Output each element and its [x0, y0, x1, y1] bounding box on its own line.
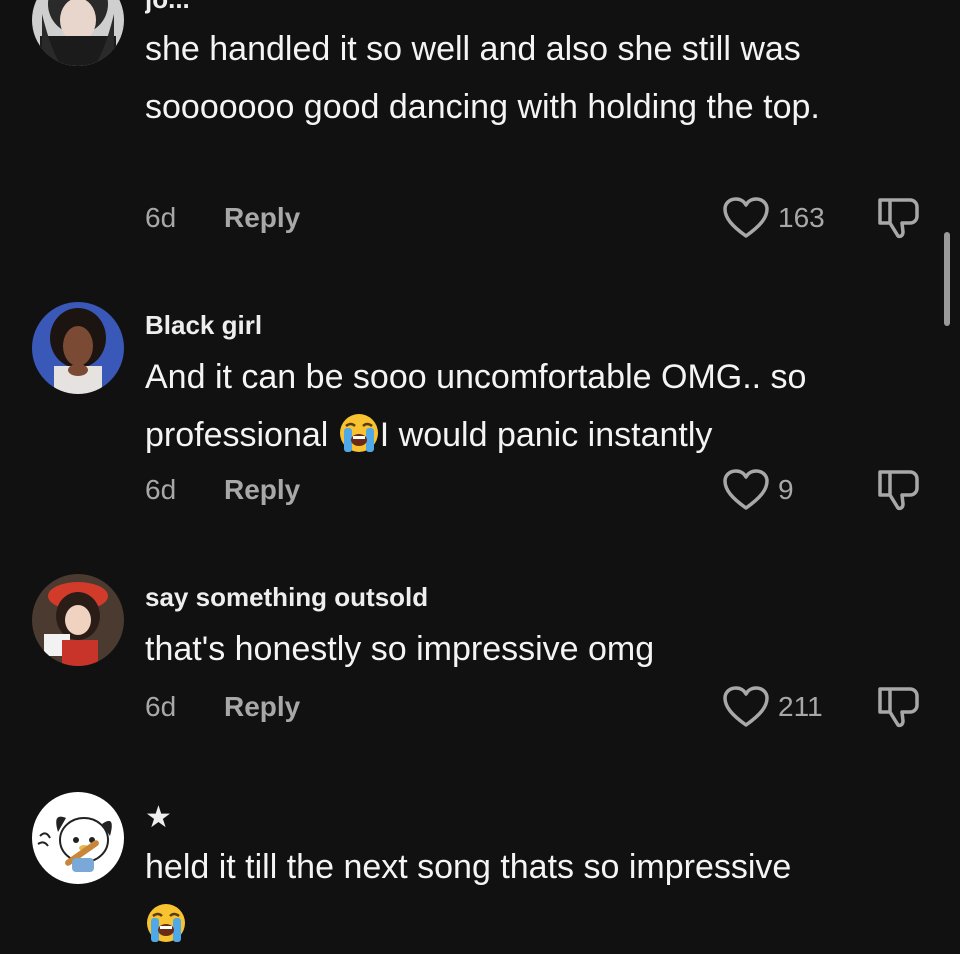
dislike-button[interactable] [876, 468, 922, 517]
reply-button[interactable]: Reply [224, 691, 300, 723]
like-count: 9 [778, 474, 794, 505]
avatar[interactable] [32, 302, 124, 394]
avatar[interactable] [32, 792, 124, 884]
avatar[interactable] [32, 574, 124, 666]
username[interactable]: say something outsold [145, 582, 428, 613]
username[interactable]: jo... [145, 0, 190, 15]
loudly-crying-face-icon [147, 904, 185, 942]
scrollbar[interactable] [944, 232, 950, 326]
avatar[interactable] [32, 0, 124, 66]
username[interactable]: ★ [145, 800, 172, 835]
comment-text-part: I would panic instantly [379, 416, 713, 454]
thumbs-down-icon [878, 470, 919, 511]
comment-text: she handled it so well and also she stil… [145, 30, 820, 126]
comment-text: that's honestly so impressive omg [145, 630, 655, 668]
comment-time: 6d [145, 202, 177, 233]
like-count: 211 [778, 691, 823, 722]
loudly-crying-face-icon [339, 414, 378, 452]
comment-text: held it till the next song thats so impr… [145, 838, 935, 954]
comment-text-part: held it till the next song thats so impr… [145, 848, 792, 886]
comment-text: And it can be sooo uncomfortable OMG.. s… [145, 348, 935, 464]
heart-icon [723, 686, 769, 727]
like-button[interactable]: 163 [722, 196, 825, 240]
thumbs-down-icon [878, 198, 919, 239]
heart-icon [723, 197, 769, 238]
like-count: 163 [778, 202, 825, 233]
dislike-button[interactable] [876, 685, 922, 734]
dislike-button[interactable] [876, 196, 922, 245]
comment-time: 6d [145, 474, 177, 505]
reply-button[interactable]: Reply [224, 202, 300, 234]
thumbs-down-icon [878, 687, 919, 728]
like-button[interactable]: 211 [722, 685, 823, 729]
comment-time: 6d [145, 691, 177, 722]
username[interactable]: Black girl [145, 310, 262, 341]
reply-button[interactable]: Reply [224, 474, 300, 506]
like-button[interactable]: 9 [722, 468, 794, 512]
heart-icon [723, 469, 769, 510]
